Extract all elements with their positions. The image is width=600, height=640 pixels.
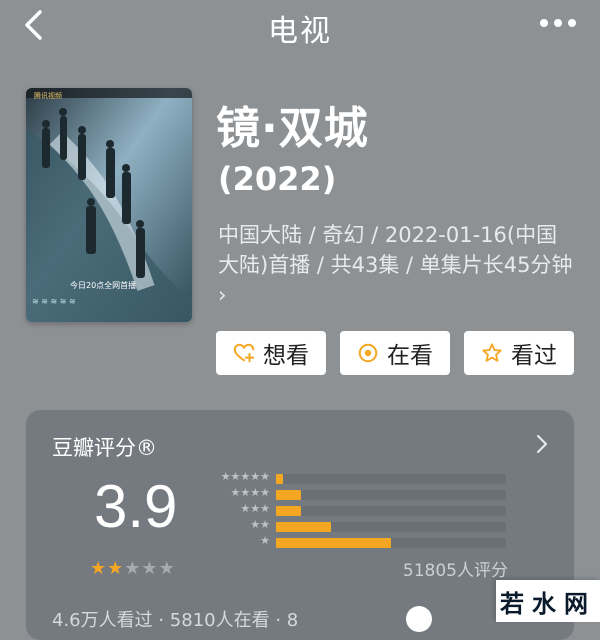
page-title: 电视 bbox=[268, 14, 332, 49]
action-buttons: 想看 在看 看过 bbox=[216, 331, 576, 377]
avatar bbox=[406, 606, 432, 632]
want-to-watch-label: 想看 bbox=[263, 343, 309, 369]
rating-bar-stars-icon: ★★★ bbox=[240, 502, 270, 515]
star-outline-icon bbox=[482, 343, 502, 362]
poster-image[interactable]: ≋ ≋ ≋ ≋ ≋ 腾讯视频 今日20点全网首播 bbox=[26, 88, 192, 322]
rating-bar-track bbox=[276, 538, 506, 548]
watching-label: 在看 bbox=[387, 343, 433, 369]
rating-bar-5-star: ★★★★★ bbox=[206, 470, 516, 484]
rating-bar-4-star: ★★★★ bbox=[206, 486, 516, 500]
show-year: (2022) bbox=[218, 160, 337, 198]
rating-bar-fill bbox=[276, 474, 283, 484]
svg-text:≋ ≋ ≋ ≋ ≋: ≋ ≋ ≋ ≋ ≋ bbox=[32, 297, 76, 306]
rating-bar-3-star: ★★★ bbox=[206, 502, 516, 516]
watched-label: 看过 bbox=[511, 343, 557, 369]
poster-caption: 今日20点全网首播 bbox=[70, 281, 137, 290]
star-empty-icon: ★ bbox=[141, 558, 159, 579]
rating-bar-track bbox=[276, 506, 506, 516]
heart-plus-icon bbox=[233, 343, 255, 363]
star-empty-icon: ★ bbox=[124, 558, 142, 579]
watching-button[interactable]: 在看 bbox=[340, 331, 450, 375]
rating-bar-stars-icon: ★★★★★ bbox=[220, 470, 270, 483]
rating-bar-fill bbox=[276, 538, 391, 548]
rating-bar-stars-icon: ★ bbox=[260, 534, 270, 547]
rating-card[interactable]: 豆瓣评分® 3.9 ★★★★★ ★★★★★ ★★★★ ★★★ ★★ ★ 51805人评分… bbox=[26, 410, 574, 640]
star-empty-icon: ★ bbox=[158, 558, 176, 579]
score-stars: ★★★★★ bbox=[90, 558, 176, 579]
rating-bar-track bbox=[276, 490, 506, 500]
watch-stats: 4.6万人看过 · 5810人在看 · 8 bbox=[52, 610, 299, 631]
watermark-logo: 若水网 bbox=[496, 580, 600, 622]
rating-bar-track bbox=[276, 522, 506, 532]
top-bar: 电视 bbox=[0, 0, 600, 52]
rating-bar-fill bbox=[276, 506, 302, 516]
chevron-right-icon[interactable] bbox=[536, 434, 548, 454]
rating-bar-2-star: ★★ bbox=[206, 518, 516, 532]
rating-score: 3.9 bbox=[94, 473, 178, 540]
rating-count: 51805人评分 bbox=[402, 561, 508, 581]
poster-badge: 腾讯视频 bbox=[34, 92, 62, 100]
rating-bar-fill bbox=[276, 522, 332, 532]
rating-distribution: ★★★★★ ★★★★ ★★★ ★★ ★ bbox=[206, 470, 516, 552]
show-title: 镜·双城 bbox=[216, 103, 369, 154]
watched-button[interactable]: 看过 bbox=[464, 331, 574, 375]
record-circle-icon bbox=[358, 343, 378, 363]
rating-bar-track bbox=[276, 474, 506, 484]
rating-bar-1-star: ★ bbox=[206, 534, 516, 548]
show-meta-link[interactable]: 中国大陆 / 奇幻 / 2022-01-16(中国大陆)首播 / 共43集 / … bbox=[218, 220, 578, 310]
rating-title: 豆瓣评分® bbox=[52, 436, 157, 460]
rating-bar-stars-icon: ★★★★ bbox=[230, 486, 270, 499]
star-filled-icon: ★ bbox=[107, 558, 125, 579]
rating-bar-stars-icon: ★★ bbox=[250, 518, 270, 531]
rating-bar-fill bbox=[276, 490, 302, 500]
more-horizontal-icon[interactable] bbox=[538, 16, 578, 30]
star-filled-icon: ★ bbox=[90, 558, 108, 579]
want-to-watch-button[interactable]: 想看 bbox=[216, 331, 326, 375]
